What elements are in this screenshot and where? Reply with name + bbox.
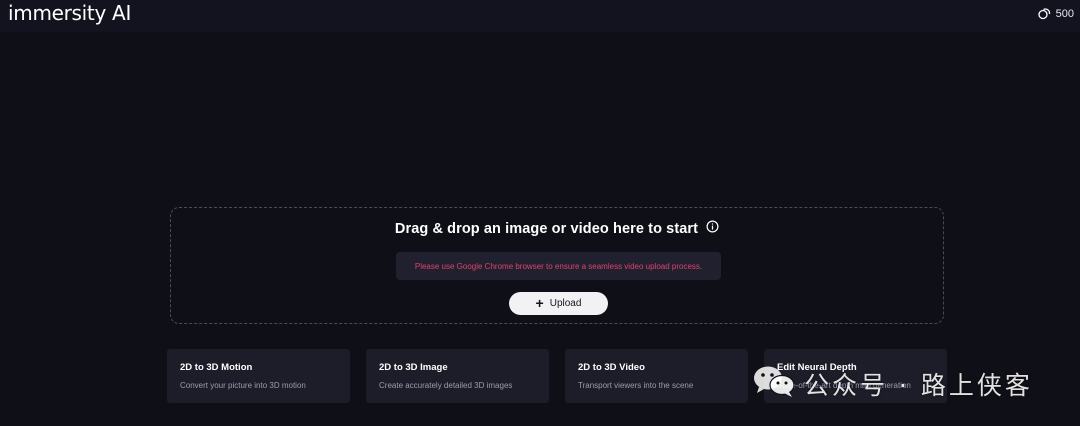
plus-icon: + <box>535 295 544 311</box>
top-bar: immersity AI 500 <box>0 0 1080 32</box>
card-2d-to-3d-video[interactable]: 2D to 3D Video Transport viewers into th… <box>565 349 748 403</box>
card-edit-neural-depth[interactable]: Edit Neural Depth State-of-the-art depth… <box>764 349 947 403</box>
credits-count: 500 <box>1055 7 1074 20</box>
card-description: State-of-the-art depth map generation <box>777 381 911 390</box>
coin-stack-icon <box>1037 7 1051 20</box>
browser-warning: Please use Google Chrome browser to ensu… <box>396 252 721 280</box>
card-title: 2D to 3D Motion <box>180 362 253 373</box>
app-logo[interactable]: immersity AI <box>8 1 131 25</box>
card-description: Convert your picture into 3D motion <box>180 381 306 390</box>
upload-button[interactable]: + Upload <box>509 292 608 315</box>
upload-dropzone[interactable]: Drag & drop an image or video here to st… <box>170 207 944 324</box>
card-description: Transport viewers into the scene <box>578 381 694 390</box>
upload-label: Upload <box>549 298 582 309</box>
card-title: Edit Neural Depth <box>777 362 857 373</box>
card-title: 2D to 3D Video <box>578 362 645 373</box>
card-title: 2D to 3D Image <box>379 362 448 373</box>
info-circle-icon[interactable] <box>706 220 719 238</box>
credits-indicator[interactable]: 500 <box>1037 7 1074 20</box>
card-2d-to-3d-image[interactable]: 2D to 3D Image Create accurately detaile… <box>366 349 549 403</box>
card-description: Create accurately detailed 3D images <box>379 381 513 390</box>
dropzone-title: Drag & drop an image or video here to st… <box>394 221 699 237</box>
card-2d-to-3d-motion[interactable]: 2D to 3D Motion Convert your picture int… <box>167 349 350 403</box>
